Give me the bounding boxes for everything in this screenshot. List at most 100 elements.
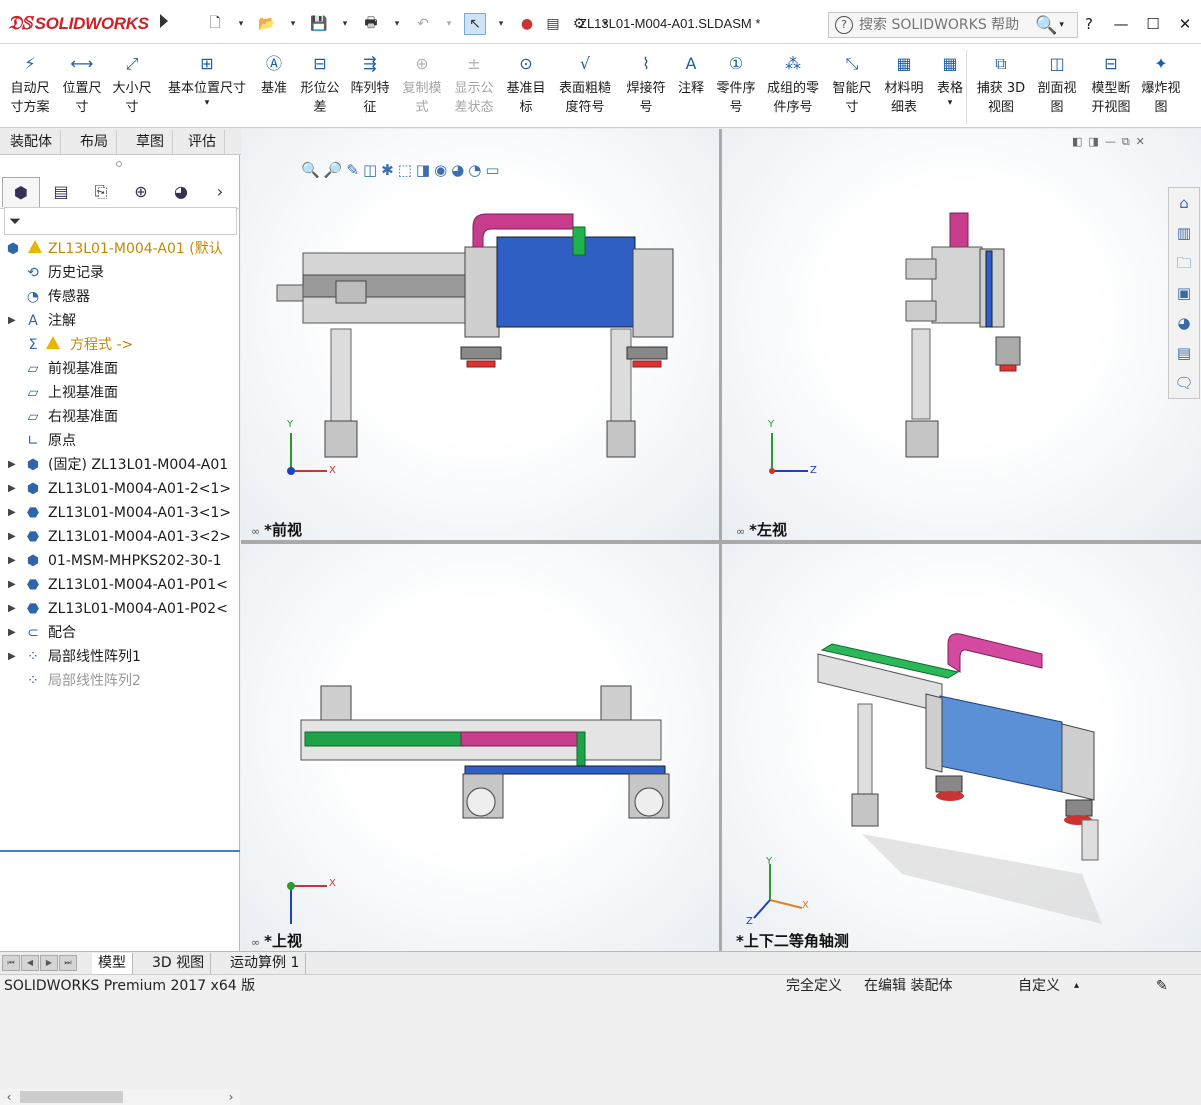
bottom-tab-3[interactable]: 运动算例 1	[224, 953, 307, 974]
link-views-icon[interactable]: ∞	[251, 936, 260, 949]
expand-arrow-icon[interactable]: ▶	[8, 501, 18, 525]
rebuild-status-icon[interactable]: ✎	[1156, 975, 1168, 997]
ribbon-button-section-view[interactable]: ◫ 剖面视图	[1032, 54, 1082, 117]
rollback-bar[interactable]	[0, 850, 240, 852]
ribbon-button-size-dimension[interactable]: ⤢ 大小尺寸	[108, 54, 156, 117]
ribbon-button-geometric-tolerance[interactable]: ⊟ 形位公差	[296, 54, 344, 117]
solidworks-logo[interactable]: 𝔇𝕊 SOLIDWORKS	[8, 9, 154, 39]
expand-arrow-icon[interactable]: ▶	[8, 477, 18, 501]
ribbon-button-explode-view[interactable]: ✦ 爆炸视图	[1136, 54, 1186, 117]
solidworks-resources-home-icon[interactable]: ⌂	[1169, 188, 1199, 218]
tree-item[interactable]: ▶ ⬢ (固定) ZL13L01-M004-A01	[0, 453, 240, 477]
property-manager-tab-icon[interactable]: ▤	[42, 177, 80, 207]
expand-arrow-icon[interactable]: ▶	[8, 573, 18, 597]
configuration-manager-tab-icon[interactable]: ⎘	[82, 177, 120, 207]
tree-root-assembly[interactable]: ⬢ ZL13L01-M004-A01 (默认	[0, 237, 240, 261]
tab-1[interactable]: 装配体	[2, 130, 61, 154]
print-icon[interactable]: 🖶	[360, 13, 382, 35]
view-palette-icon[interactable]: ▣	[1169, 278, 1199, 308]
ribbon-button-balloon[interactable]: ① 零件序号	[712, 54, 760, 117]
minimize-icon[interactable]: —	[1105, 12, 1137, 36]
dropdown-arrow-icon[interactable]: ▾	[164, 98, 250, 108]
open-icon[interactable]: 📂	[256, 13, 278, 35]
expand-arrow-icon[interactable]: ▶	[8, 645, 18, 669]
menu-expand-icon[interactable]	[160, 14, 168, 28]
tree-item[interactable]: Σ 方程式 ->	[0, 333, 240, 357]
display-manager-tab-icon[interactable]: ◕	[162, 177, 200, 207]
expand-arrow-icon[interactable]: ▶	[8, 309, 18, 333]
status-units[interactable]: 自定义	[1018, 975, 1060, 997]
tree-item[interactable]: ▶ ⬣ ZL13L01-M004-A01-P01<	[0, 573, 240, 597]
bottom-tab-1[interactable]: 模型	[92, 953, 133, 974]
expand-arrow-icon[interactable]: ▶	[8, 453, 18, 477]
ribbon-button-smart-dim[interactable]: ⤡ 智能尺寸	[828, 54, 876, 117]
previous-tab-icon[interactable]: ◀	[21, 955, 39, 971]
link-views-icon[interactable]: ∞	[251, 525, 260, 538]
tree-item[interactable]: ▱ 前视基准面	[0, 357, 240, 381]
tree-item[interactable]: ∟ 原点	[0, 429, 240, 453]
first-tab-icon[interactable]: ⏮	[2, 955, 20, 971]
close-icon[interactable]: ✕	[1169, 12, 1201, 36]
solidworks-forum-icon[interactable]: 🗨	[1169, 368, 1199, 398]
tree-item[interactable]: ▶ ⬢ ZL13L01-M004-A01-2<1>	[0, 477, 240, 501]
scroll-right-icon[interactable]: ›	[224, 1089, 238, 1105]
ribbon-button-copy-scheme[interactable]: ⊕ 复制模式	[398, 54, 446, 117]
expand-arrow-icon[interactable]: ▶	[8, 597, 18, 621]
viewport-front[interactable]: 🔍 🔎 ✎ ◫ ✱ ⬚ ◨ ◉ ◕ ◔ ▭ Y X ∞ *前视	[241, 129, 719, 540]
tree-item[interactable]: ◔ 传感器	[0, 285, 240, 309]
ribbon-button-table[interactable]: ▦ 表格 ▾	[932, 54, 968, 108]
expand-arrow-icon[interactable]: ▶	[8, 549, 18, 573]
tab-2[interactable]: 布局	[72, 130, 117, 154]
tree-item[interactable]: ▶ ⬢ 01-MSM-MHPKS202-30-1	[0, 549, 240, 573]
ribbon-button-datum[interactable]: Ⓐ 基准	[254, 54, 294, 98]
tree-filter[interactable]: ⏷	[4, 207, 237, 235]
dropdown-arrow-icon[interactable]: ▾	[282, 13, 304, 35]
dropdown-arrow-icon[interactable]: ▾	[438, 13, 460, 35]
viewport-left[interactable]: ◧ ◨ — ⧉ ✕ Y Z ∞ *左视	[722, 129, 1201, 540]
ribbon-button-model-break-view[interactable]: ⊟ 模型断 开视图	[1086, 54, 1136, 117]
help-button[interactable]: ?	[1073, 12, 1105, 36]
tree-item[interactable]: ▱ 上视基准面	[0, 381, 240, 405]
tree-item[interactable]: ▶ ⬣ ZL13L01-M004-A01-3<1>	[0, 501, 240, 525]
help-search-input[interactable]	[859, 17, 1029, 33]
tree-item[interactable]: ▶ ⊂ 配合	[0, 621, 240, 645]
dropdown-arrow-icon[interactable]: ▾	[334, 13, 356, 35]
dropdown-arrow-icon[interactable]: ▴	[1074, 975, 1079, 997]
dropdown-arrow-icon[interactable]: ▾	[386, 13, 408, 35]
panel-splitter-dot[interactable]	[116, 161, 122, 167]
ribbon-button-pattern-feature[interactable]: ⇶ 阵列特征	[346, 54, 394, 117]
appearances-scenes-icon[interactable]: ◕	[1169, 308, 1199, 338]
custom-properties-icon[interactable]: ▤	[1169, 338, 1199, 368]
ribbon-button-note[interactable]: A 注释	[672, 54, 710, 98]
save-icon[interactable]: 💾	[308, 13, 330, 35]
scroll-left-icon[interactable]: ‹	[2, 1089, 16, 1105]
dropdown-arrow-icon[interactable]: ▾	[230, 13, 252, 35]
tree-item[interactable]: ▱ 右视基准面	[0, 405, 240, 429]
rebuild-traffic-light-icon[interactable]: ●	[516, 13, 538, 35]
tab-4[interactable]: 评估	[180, 130, 225, 154]
design-library-icon[interactable]: ▥	[1169, 218, 1199, 248]
dropdown-arrow-icon[interactable]: ▾	[490, 13, 512, 35]
select-cursor-icon[interactable]: ↖	[464, 13, 486, 35]
tree-item[interactable]: ▶ ⁘ 局部线性阵列1	[0, 645, 240, 669]
ribbon-button-surface-finish[interactable]: √ 表面粗糙 度符号	[554, 54, 616, 117]
file-explorer-icon[interactable]: 🗀	[1169, 248, 1199, 278]
ribbon-button-capture-3d-view[interactable]: ⧉ 捕获 3D 视图	[974, 54, 1028, 117]
tree-item[interactable]: ▶ A 注解	[0, 309, 240, 333]
tab-3[interactable]: 草图	[128, 130, 173, 154]
dropdown-arrow-icon[interactable]: ▾	[1059, 20, 1064, 30]
ribbon-button-smart-dimension[interactable]: ⚡ 自动尺 寸方案	[6, 54, 54, 117]
feature-manager-tab-icon[interactable]: ⬢	[2, 177, 40, 207]
undo-icon[interactable]: ↶	[412, 13, 434, 35]
ribbon-button-datum-target[interactable]: ⊙ 基准目标	[502, 54, 550, 117]
scroll-thumb[interactable]	[20, 1091, 123, 1103]
viewport-isometric[interactable]: Y X Z *上下二等角轴测	[722, 544, 1201, 951]
tree-item[interactable]: ▶ ⬣ ZL13L01-M004-A01-3<2>	[0, 525, 240, 549]
dropdown-arrow-icon[interactable]: ▾	[932, 98, 968, 108]
last-tab-icon[interactable]: ⏭	[59, 955, 77, 971]
dimxpert-manager-tab-icon[interactable]: ⊕	[122, 177, 160, 207]
ribbon-button-weld-symbol[interactable]: ⌇ 焊接符号	[622, 54, 670, 117]
next-tab-icon[interactable]: ▶	[40, 955, 58, 971]
expand-arrow-icon[interactable]: ▶	[8, 525, 18, 549]
tree-item[interactable]: ⟲ 历史记录	[0, 261, 240, 285]
